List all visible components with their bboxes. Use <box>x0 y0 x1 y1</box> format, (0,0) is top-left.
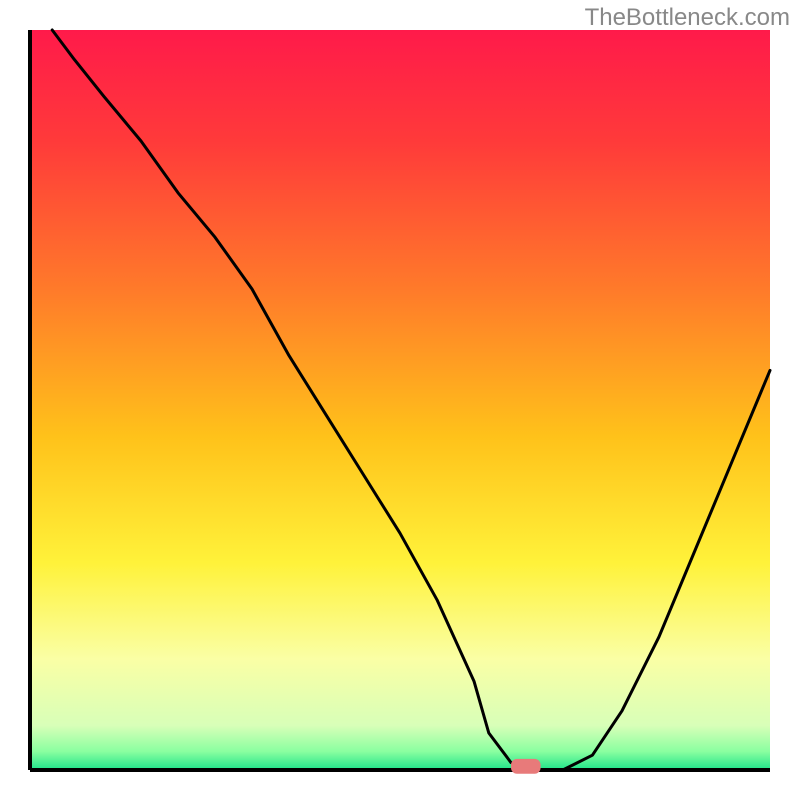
chart-container: TheBottleneck.com <box>0 0 800 800</box>
watermark-text: TheBottleneck.com <box>585 4 790 32</box>
bottleneck-chart <box>0 0 800 800</box>
optimal-marker <box>511 759 541 774</box>
